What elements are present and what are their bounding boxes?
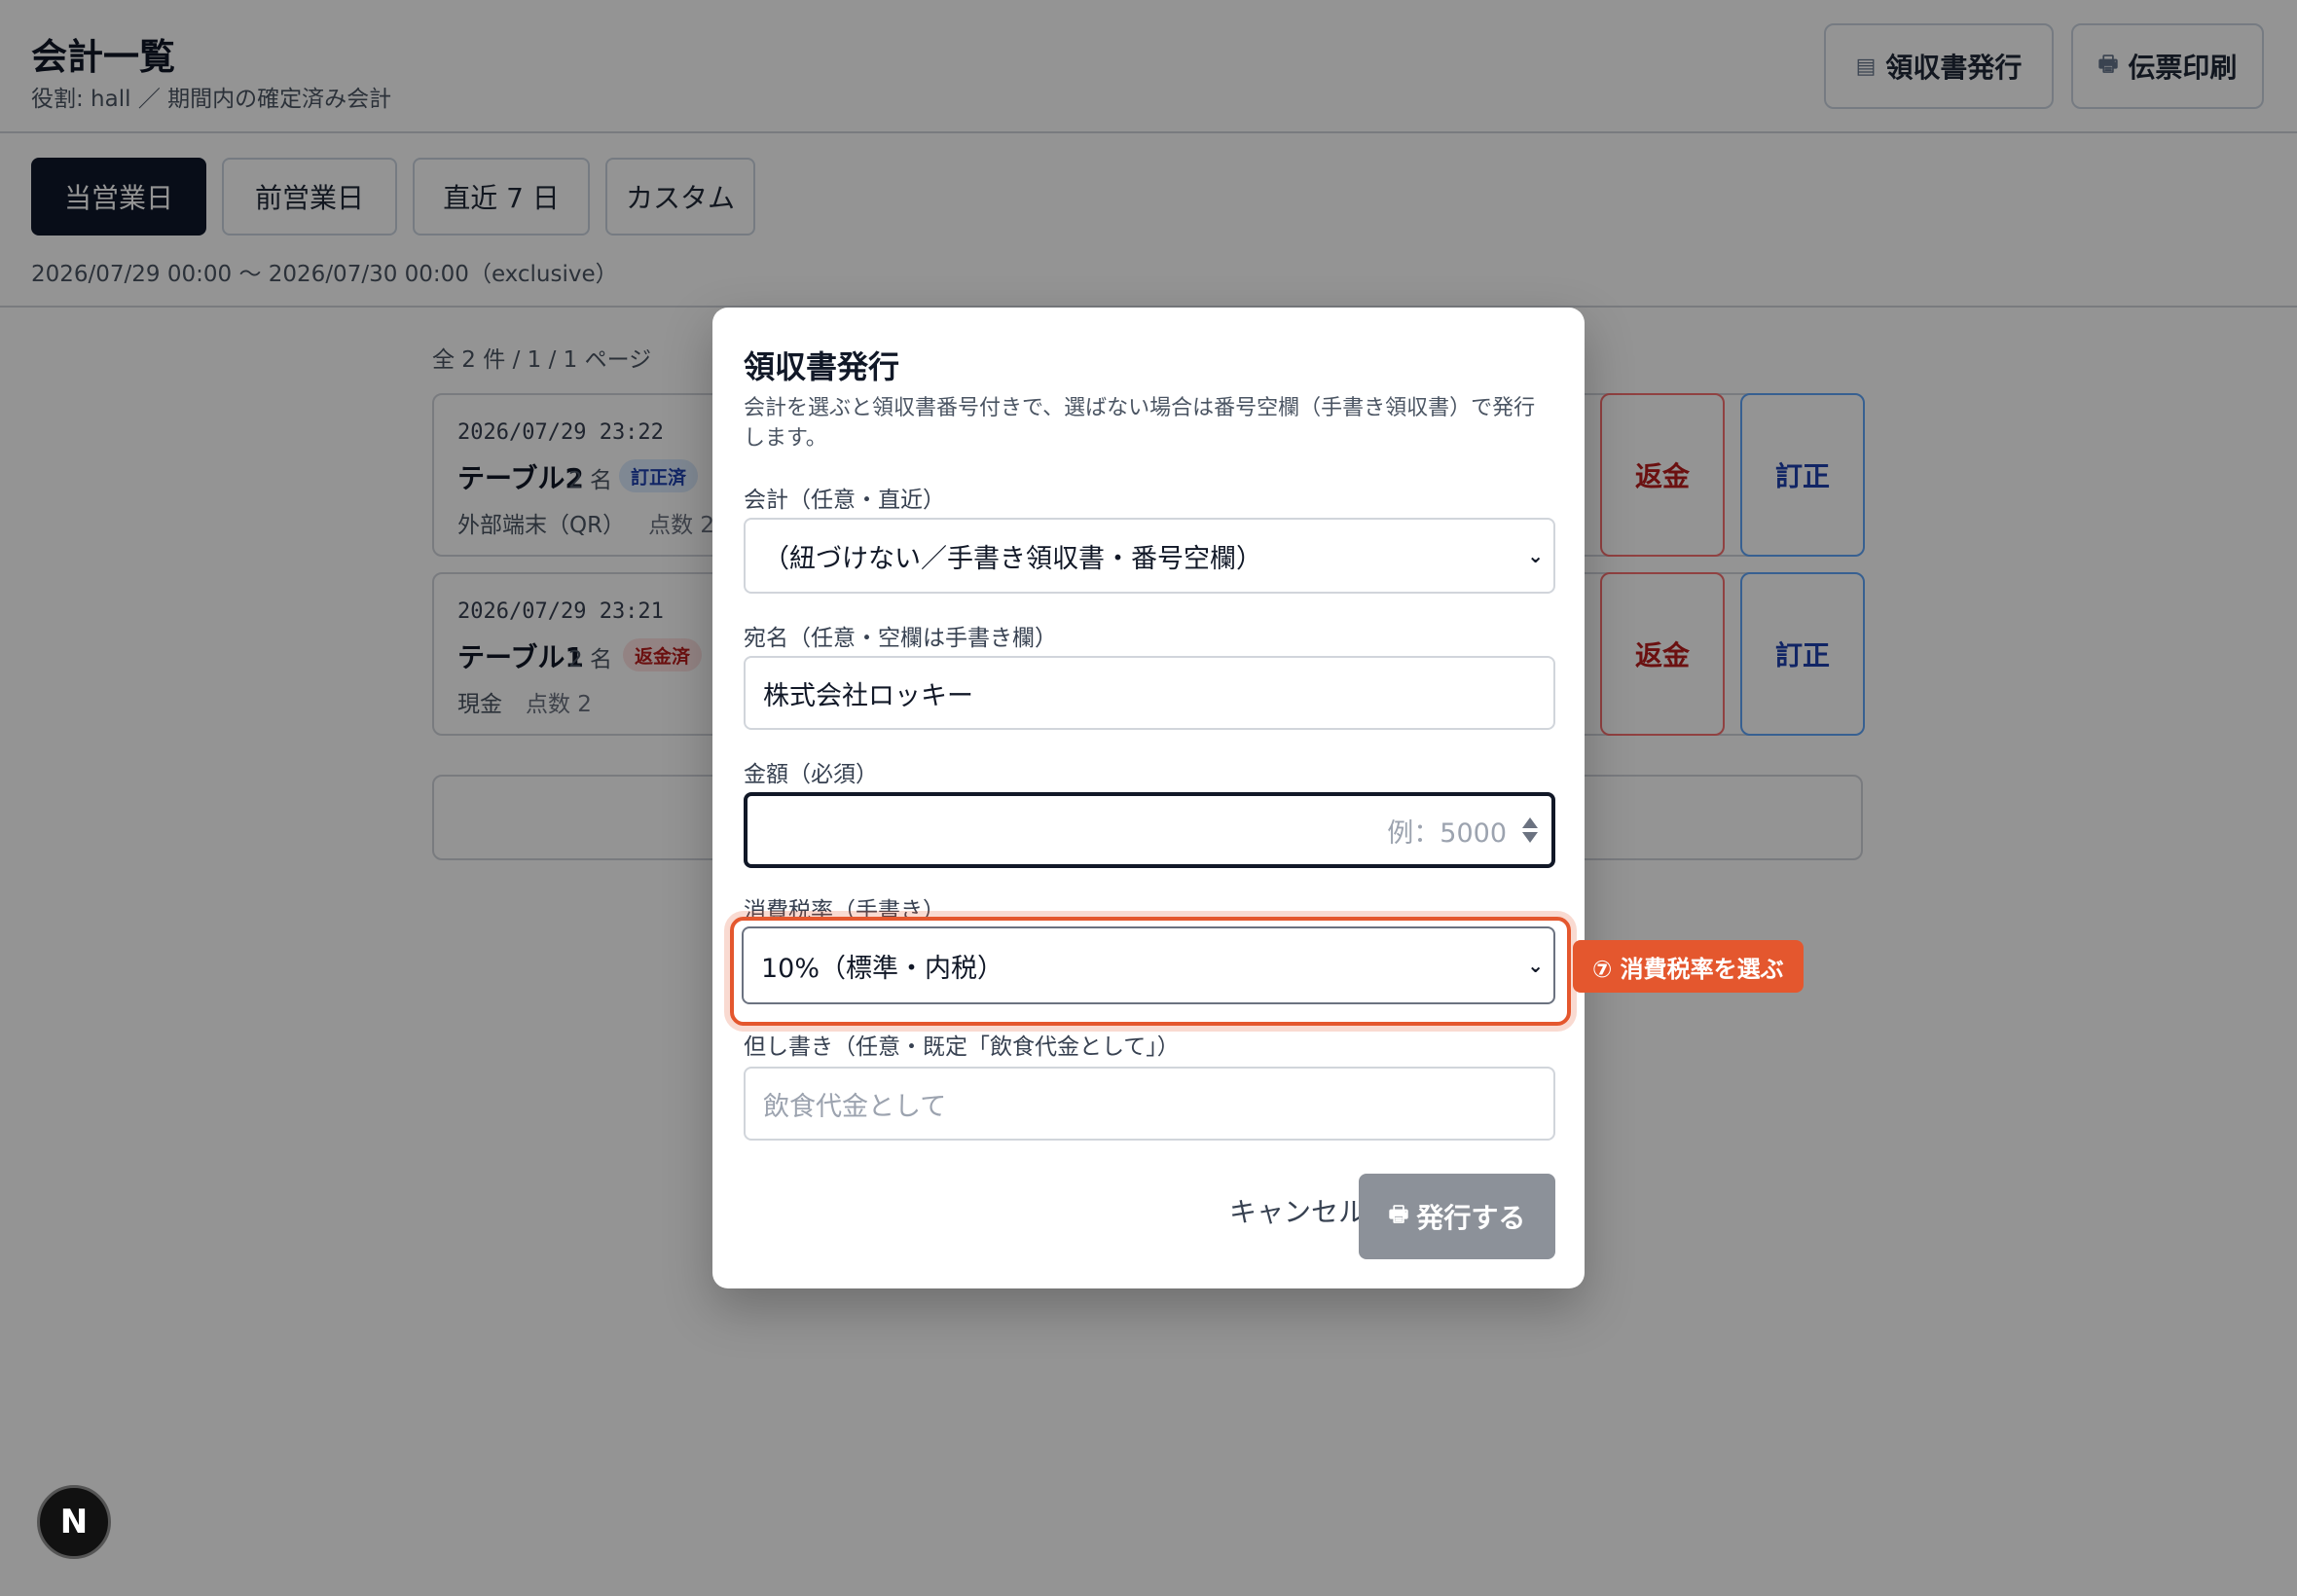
step-callout: ⑦ 消費税率を選ぶ [1573, 940, 1804, 993]
account-select[interactable]: （紐づけない／手書き領収書・番号空欄） ⌄ [744, 518, 1555, 594]
dev-tools-badge[interactable]: N [37, 1485, 111, 1559]
printer-icon: 🖶 [1388, 1203, 1409, 1227]
stepper-down-icon[interactable] [1522, 832, 1538, 843]
addressee-value: 株式会社ロッキー [763, 680, 973, 711]
receipt-dialog: 領収書発行 会計を選ぶと領収書番号付きで、選ばない場合は番号空欄（手書き領収書）… [712, 308, 1585, 1288]
number-stepper[interactable] [1522, 817, 1538, 843]
memo-label: 但し書き（任意・既定「飲食代金として」） [744, 1034, 1180, 1060]
amount-placeholder: 例：5000 [1387, 817, 1507, 849]
tax-rate-value: 10%（標準・内税） [761, 953, 1004, 984]
amount-label: 金額（必須） [744, 762, 878, 787]
account-label: 会計（任意・直近） [744, 488, 945, 513]
memo-placeholder: 飲食代金として [763, 1091, 947, 1122]
issue-button[interactable]: 🖶 発行する [1359, 1174, 1555, 1259]
tax-rate-select[interactable]: 10%（標準・内税） ⌄ [742, 926, 1555, 1004]
chevron-down-icon: ⌄ [1527, 544, 1544, 567]
account-value: （紐づけない／手書き領収書・番号空欄） [763, 543, 1262, 574]
stepper-up-icon[interactable] [1522, 817, 1538, 828]
issue-label: 発行する [1416, 1202, 1526, 1234]
addressee-label: 宛名（任意・空欄は手書き欄） [744, 626, 1057, 651]
amount-input[interactable]: 例：5000 [744, 792, 1555, 868]
addressee-input[interactable]: 株式会社ロッキー [744, 656, 1555, 730]
memo-input[interactable]: 飲食代金として [744, 1067, 1555, 1141]
dialog-title: 領収書発行 [744, 348, 900, 385]
chevron-down-icon: ⌄ [1527, 954, 1544, 977]
dialog-description: 会計を選ぶと領収書番号付きで、選ばない場合は番号空欄（手書き領収書）で発行します… [744, 396, 1536, 451]
